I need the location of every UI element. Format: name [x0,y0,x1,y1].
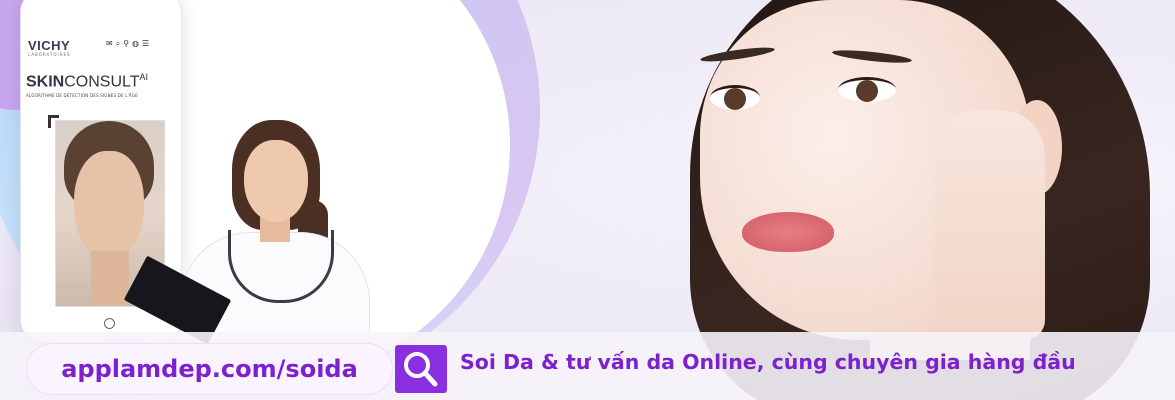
globe-icon: ◍ [132,39,140,48]
search-icon [404,352,438,387]
menu-icon: ☰ [142,39,150,48]
model-eye-right [838,77,896,102]
search-button[interactable] [395,345,447,393]
phone-header-icons: ✉ ⌕ ⚲ ◍ ☰ [106,39,149,49]
url-link[interactable]: applamdep.com/soida [27,344,392,394]
phone-location-icon [104,318,115,329]
location-pin-icon: ⚲ [123,39,130,48]
product-logo: SKINCONSULTAI [26,72,149,91]
mail-icon: ✉ [106,39,113,48]
tagline: Soi Da & tư vấn da Online, cùng chuyên g… [460,350,1076,374]
phone-brand-logo: VICHY [28,38,71,53]
url-text: applamdep.com/soida [61,355,358,383]
model-hand [935,110,1045,340]
product-tagline: ALGORITHME DE DÉTECTION DES SIGNES DE L'… [26,93,138,98]
search-icon: ⌕ [115,39,121,48]
banner: VICHY LABORATOIRES ✉ ⌕ ⚲ ◍ ☰ SKINCONSULT… [0,0,1175,400]
model-lips [742,212,834,252]
doctor-face [244,140,308,222]
phone-brand-subtitle: LABORATOIRES [28,52,71,57]
model-eye-left [710,85,760,110]
